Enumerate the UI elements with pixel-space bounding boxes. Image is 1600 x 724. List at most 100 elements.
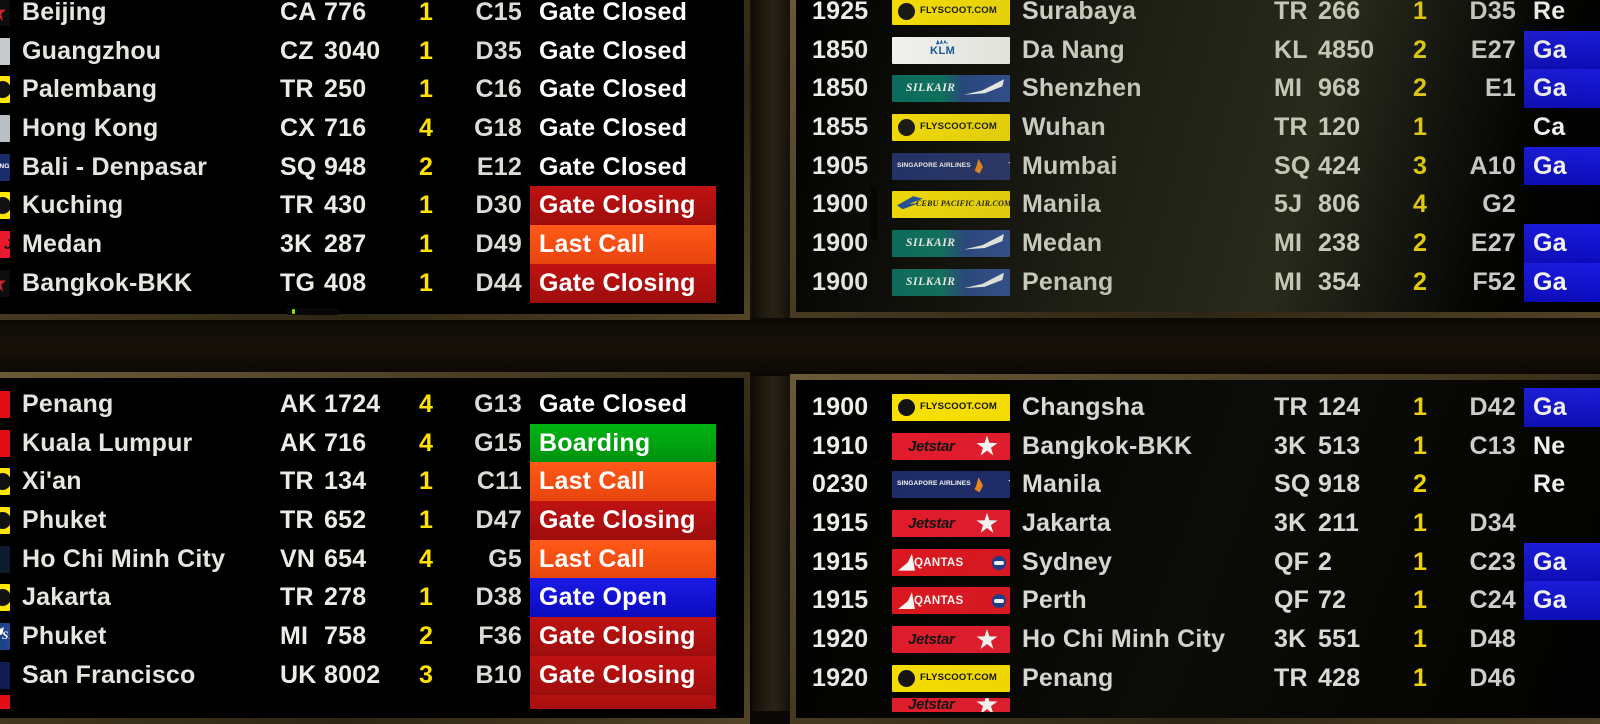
departure-time: 1915 bbox=[812, 508, 869, 537]
panel-handle-slot bbox=[286, 308, 340, 315]
gate-number: C24 bbox=[1469, 586, 1516, 615]
airasia-logo-art bbox=[0, 390, 10, 418]
gate-number: C11 bbox=[476, 467, 522, 496]
airline-code: UK bbox=[280, 660, 317, 689]
destination-name: Medan bbox=[1022, 228, 1103, 257]
flight-row: 1900 Penang MI 354 2 F52 Ga bbox=[796, 262, 1600, 302]
flight-status-badge: Ga bbox=[1524, 30, 1600, 70]
destination-name: Bangkok-BKK bbox=[22, 268, 193, 297]
flight-number: 918 bbox=[1318, 470, 1361, 499]
airline-code: CA bbox=[280, 0, 317, 26]
flight-status-badge bbox=[1524, 620, 1600, 659]
flight-number: 430 bbox=[324, 191, 367, 220]
terminal-number: 3 bbox=[418, 660, 434, 689]
thai-airways-logo-art bbox=[0, 269, 10, 297]
terminal-number: 1 bbox=[1412, 547, 1428, 576]
flight-row: 1920 Penang TR 428 1 D46 bbox=[796, 659, 1600, 698]
flight-number: 424 bbox=[1318, 151, 1361, 180]
cebu-pacific-logo bbox=[892, 191, 1010, 219]
gate-number: D46 bbox=[1469, 663, 1516, 692]
flight-row: Guangzhou CZ 3040 1 D35 Gate Closed bbox=[0, 32, 744, 71]
gate-number: B10 bbox=[475, 660, 522, 689]
flight-status-badge: Ca bbox=[1533, 113, 1566, 142]
scoot-logo bbox=[0, 192, 10, 220]
flight-row: 1915 Jakarta 3K 211 1 D34 bbox=[796, 504, 1600, 543]
flight-status-badge: Ga bbox=[1524, 69, 1600, 109]
gate-number: G15 bbox=[474, 428, 522, 457]
destination-name: Changsha bbox=[1022, 392, 1145, 421]
jetstar-logo-art bbox=[892, 697, 1010, 712]
silkair-logo-art bbox=[0, 622, 10, 650]
flight-row: Hong Kong CX 716 4 G18 Gate Closed bbox=[0, 109, 744, 148]
gate-number: G13 bbox=[474, 389, 522, 418]
flight-number: 758 bbox=[324, 621, 367, 650]
flight-status-badge: Gate Closed bbox=[539, 390, 688, 418]
gate-number: G18 bbox=[474, 113, 522, 142]
airline-code: SQ bbox=[1274, 151, 1311, 180]
scoot-logo bbox=[0, 584, 10, 612]
airline-code: SQ bbox=[280, 152, 317, 181]
destination-name: Kuching bbox=[22, 191, 124, 220]
flight-status-badge bbox=[1524, 659, 1600, 698]
cathay-pacific-logo bbox=[0, 114, 10, 142]
scoot-logo-art bbox=[892, 664, 1010, 692]
airline-code: 3K bbox=[1274, 508, 1307, 537]
gate-number: D34 bbox=[1469, 508, 1516, 537]
silkair-logo bbox=[892, 75, 1010, 103]
gate-number: D35 bbox=[1469, 0, 1516, 25]
airline-code: 3K bbox=[1274, 624, 1307, 653]
airline-code: KL bbox=[1274, 35, 1308, 64]
china-southern-logo-art bbox=[0, 37, 10, 65]
flight-row: Palembang TR 250 1 C16 Gate Closed bbox=[0, 70, 744, 109]
flight-row: Jakarta TR 278 1 D38 Gate Open bbox=[0, 578, 744, 618]
flight-number: 652 bbox=[324, 505, 367, 534]
flight-number: 2 bbox=[1318, 547, 1333, 576]
flight-row: Bali - Denpasar SQ 948 2 E12 Gate Closed bbox=[0, 148, 744, 187]
airline-code: MI bbox=[1274, 228, 1303, 257]
terminal-number: 1 bbox=[418, 505, 434, 534]
gate-number: C15 bbox=[475, 0, 522, 26]
destination-name: Mumbai bbox=[1022, 151, 1118, 180]
singapore-airlines-logo-art bbox=[892, 152, 1010, 180]
gate-number: C13 bbox=[1469, 431, 1516, 460]
terminal-number: 1 bbox=[1412, 431, 1428, 460]
flight-status-badge: Gate Closing bbox=[530, 186, 716, 226]
jetstar-logo bbox=[892, 697, 1010, 712]
airasia-logo-art bbox=[0, 429, 10, 457]
flight-number: 72 bbox=[1318, 586, 1347, 615]
flight-row: Xi'an TR 134 1 C11 Last Call bbox=[0, 462, 744, 502]
departures-panel-top-left: Beijing CA 776 1 C15 Gate Closed Guangzhou CZ 30… bbox=[0, 0, 750, 320]
terminal-number: 2 bbox=[1412, 470, 1428, 499]
flight-number: 211 bbox=[1318, 508, 1359, 537]
terminal-number: 1 bbox=[1412, 586, 1428, 615]
departures-panel-top-right: 1925 Surabaya TR 266 1 D35 Re 1850 Da Nang KL 4850… bbox=[790, 0, 1600, 318]
destination-name: Perth bbox=[1022, 586, 1087, 615]
flight-status-badge: Gate Closed bbox=[539, 152, 688, 181]
terminal-number: 1 bbox=[418, 229, 434, 258]
gate-number: D42 bbox=[1469, 392, 1516, 421]
gate-number: G2 bbox=[1482, 190, 1516, 219]
airline-code: TR bbox=[1274, 663, 1308, 692]
terminal-number: 1 bbox=[418, 268, 434, 297]
klm-logo bbox=[892, 36, 1010, 64]
terminal-number: 4 bbox=[418, 113, 434, 142]
destination-name: Medan bbox=[22, 229, 103, 258]
departure-time: 1900 bbox=[812, 392, 869, 421]
flight-status-badge: Boarding bbox=[530, 423, 716, 463]
airline-code: AK bbox=[280, 389, 317, 418]
terminal-number: 2 bbox=[1412, 35, 1428, 64]
airline-code: TG bbox=[280, 268, 316, 297]
gate-number: D35 bbox=[475, 36, 522, 65]
flight-number: 806 bbox=[1318, 190, 1361, 219]
flight-status-badge: Last Call bbox=[530, 225, 716, 264]
airline-code: MI bbox=[1274, 267, 1303, 296]
flight-number: 654 bbox=[324, 544, 367, 573]
flight-number: 968 bbox=[1318, 74, 1361, 103]
gate-number: D44 bbox=[475, 268, 522, 297]
gate-number: F52 bbox=[1472, 267, 1516, 296]
airline-code: QF bbox=[1274, 547, 1310, 576]
flight-row: 1850 Shenzhen MI 968 2 E1 Ga bbox=[796, 69, 1600, 109]
departures-panel-bottom-right: 1900 Changsha TR 124 1 D42 Ga 1910 Bangkok-BKK 3K… bbox=[790, 374, 1600, 724]
airline-code: 3K bbox=[1274, 431, 1307, 460]
airline-code: MI bbox=[280, 621, 309, 650]
